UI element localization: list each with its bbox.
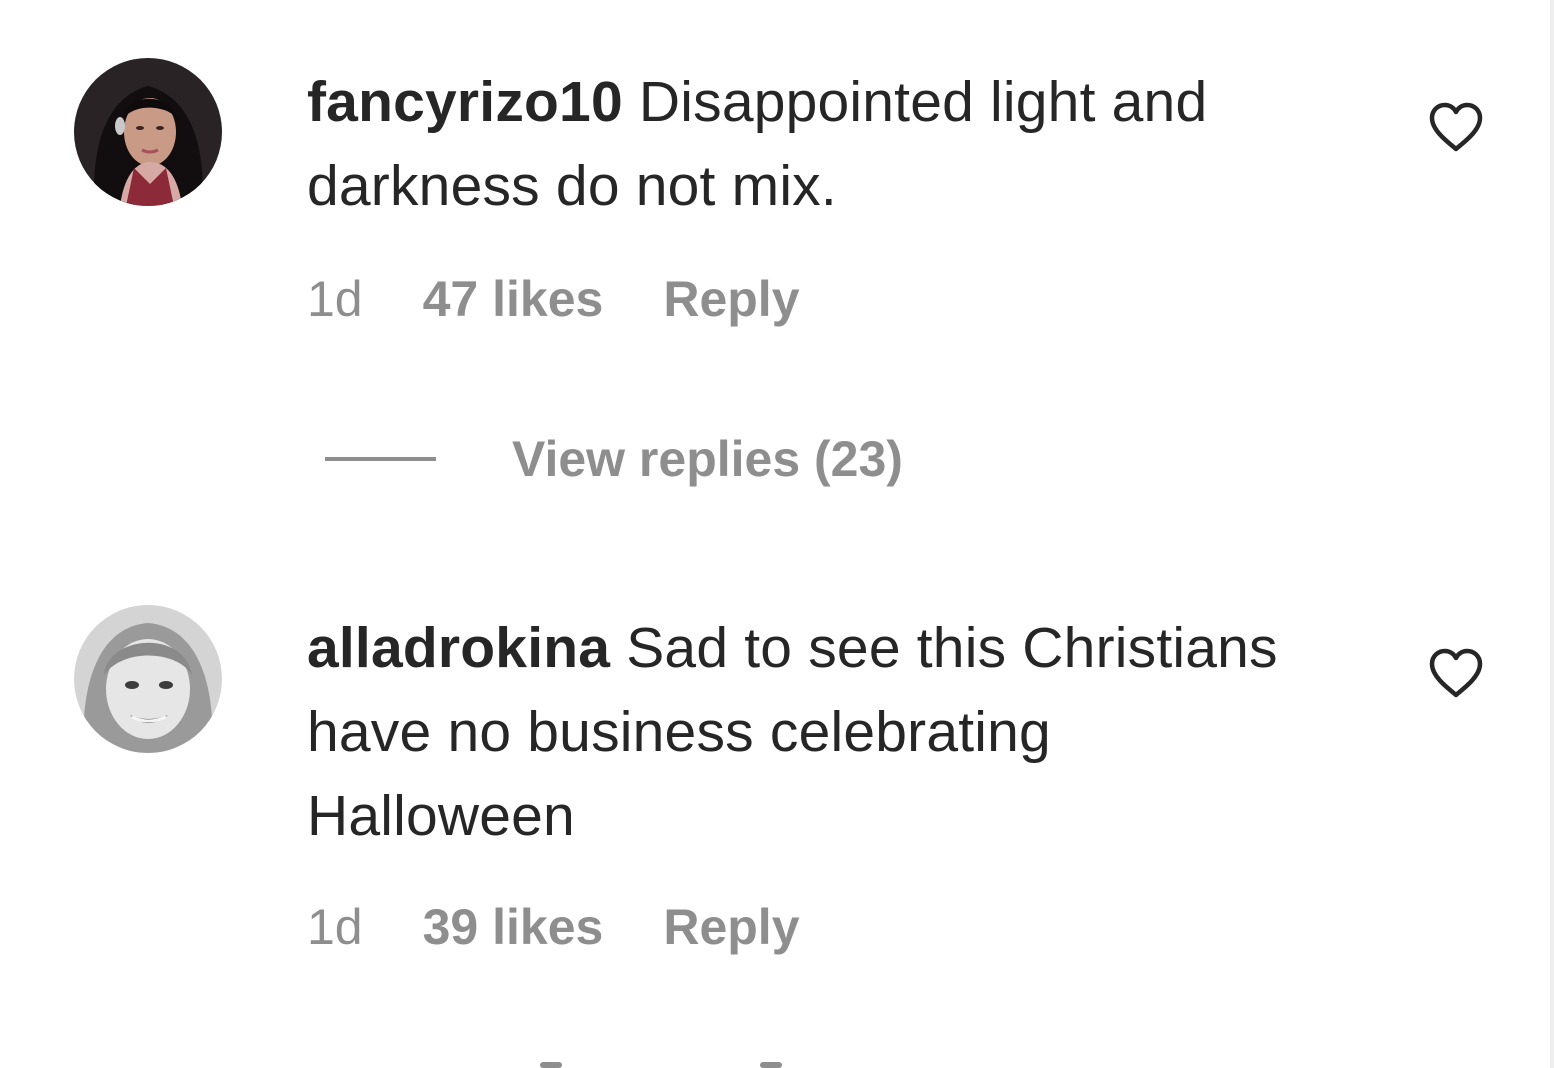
comment-meta: 1d 39 likes Reply: [307, 898, 800, 956]
comment-item: alladrokina Sad to see this Christians h…: [0, 560, 1548, 980]
comment-item: fancyrizo10 Disappointed light and darkn…: [0, 0, 1548, 360]
profile-photo-icon: [74, 605, 222, 753]
avatar[interactable]: [74, 58, 222, 206]
comment-time[interactable]: 1d: [307, 270, 363, 328]
comment-likes[interactable]: 39 likes: [423, 898, 604, 956]
replies-divider: [325, 457, 436, 461]
avatar[interactable]: [74, 605, 222, 753]
cutoff-fragment: [760, 1062, 782, 1068]
comment-time[interactable]: 1d: [307, 898, 363, 956]
reply-button[interactable]: Reply: [663, 270, 799, 328]
cutoff-fragment: [540, 1062, 562, 1068]
heart-outline-icon[interactable]: [1428, 648, 1484, 700]
view-replies-button[interactable]: View replies (23): [325, 430, 903, 488]
cutoff-row: [540, 1062, 800, 1068]
comment-username[interactable]: fancyrizo10: [307, 70, 623, 134]
comment-username[interactable]: alladrokina: [307, 616, 610, 680]
profile-photo-icon: [74, 58, 222, 206]
comment-meta: 1d 47 likes Reply: [307, 270, 800, 328]
reply-button[interactable]: Reply: [663, 898, 799, 956]
comment-likes[interactable]: 47 likes: [423, 270, 604, 328]
panel-border: [1550, 0, 1554, 1068]
comment-text: alladrokina Sad to see this Christians h…: [307, 606, 1307, 858]
view-replies-label[interactable]: View replies (23): [512, 430, 903, 488]
comment-text: fancyrizo10 Disappointed light and darkn…: [307, 60, 1307, 228]
heart-outline-icon[interactable]: [1428, 102, 1484, 154]
